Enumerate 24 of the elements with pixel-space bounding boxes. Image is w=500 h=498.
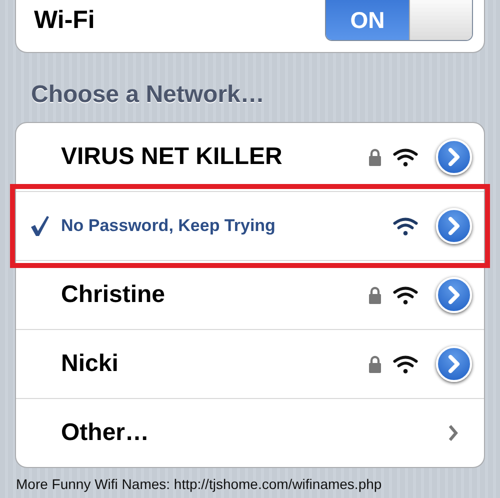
network-name: Nicki xyxy=(61,350,118,378)
wifi-signal-icon xyxy=(392,147,419,167)
network-name: VIRUS NET KILLER xyxy=(61,143,282,171)
wifi-signal-icon xyxy=(392,354,419,374)
network-name: Other… xyxy=(61,419,150,447)
wifi-toggle[interactable]: ON xyxy=(325,0,473,41)
checkmark-icon xyxy=(30,215,50,237)
wifi-label: Wi-Fi xyxy=(34,6,95,35)
network-row[interactable]: Nicki xyxy=(16,330,484,398)
wifi-signal-icon xyxy=(392,216,419,236)
wifi-signal-icon xyxy=(392,285,419,305)
detail-disclosure-button[interactable] xyxy=(436,277,472,313)
chevron-icon xyxy=(448,424,458,442)
section-header: Choose a Network… xyxy=(31,81,266,110)
caption: More Funny Wifi Names: http://tjshome.com/wifinames.php xyxy=(16,476,383,492)
network-row[interactable]: No Password, Keep Trying xyxy=(16,192,484,260)
network-row[interactable]: VIRUS NET KILLER xyxy=(16,123,484,191)
detail-disclosure-button[interactable] xyxy=(436,346,472,382)
detail-disclosure-button[interactable] xyxy=(436,208,472,244)
network-name: Christine xyxy=(61,281,166,309)
network-row[interactable]: Christine xyxy=(16,261,484,329)
detail-disclosure-button[interactable] xyxy=(436,139,472,175)
network-name: No Password, Keep Trying xyxy=(61,216,276,236)
network-row[interactable]: Other… xyxy=(16,399,484,467)
